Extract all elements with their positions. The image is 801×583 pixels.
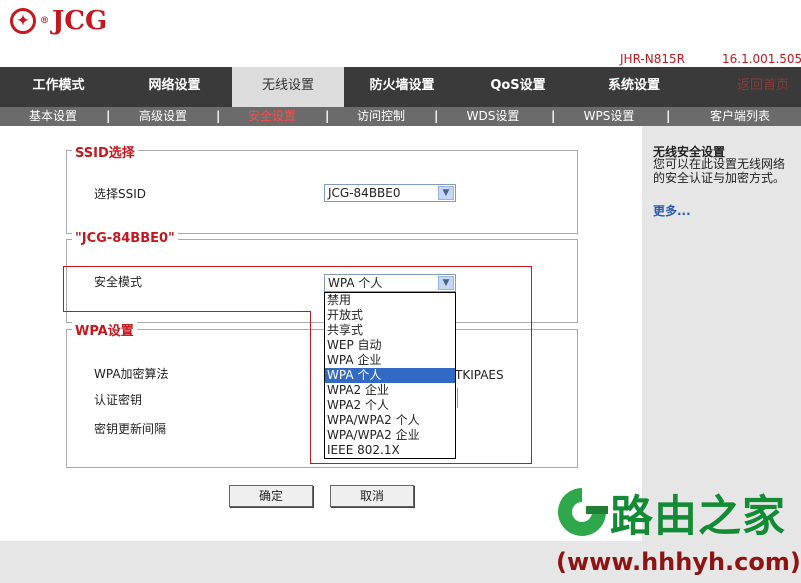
option-wpa2-enterprise[interactable]: WPA2 企业: [325, 383, 455, 398]
subnav-separator: |: [434, 109, 439, 123]
highlight-box-mode: [63, 266, 532, 312]
rekey-interval-label: 密钥更新间隔: [94, 422, 167, 436]
ssid-label: 选择SSID: [94, 187, 147, 201]
chevron-down-icon[interactable]: ▼: [438, 186, 454, 200]
subnav-security[interactable]: 安全设置: [229, 107, 315, 126]
nav-tab-qos[interactable]: QoS设置: [460, 67, 576, 107]
option-disabled[interactable]: 禁用: [325, 293, 455, 308]
jcg-logo-icon: ✦: [10, 8, 36, 34]
registered-mark: ®: [40, 16, 49, 26]
option-open[interactable]: 开放式: [325, 308, 455, 323]
nav-tab-network[interactable]: 网络设置: [117, 67, 232, 107]
help-text: 您可以在此设置无线网络的安全认证与加密方式。: [653, 157, 786, 185]
nav-tab-system[interactable]: 系统设置: [576, 67, 692, 107]
security-mode-dropdown: 禁用 开放式 共享式 WEP 自动 WPA 企业 WPA 个人 WPA2 企业 …: [324, 292, 456, 459]
ssid-legend: SSID选择: [72, 142, 138, 161]
option-ieee-8021x[interactable]: IEEE 802.1X: [325, 443, 455, 458]
subnav-client-list[interactable]: 客户端列表: [695, 107, 785, 126]
subnav-access-control[interactable]: 访问控制: [338, 107, 424, 126]
option-wpa2-personal[interactable]: WPA2 个人: [325, 398, 455, 413]
subnav-basic[interactable]: 基本设置: [10, 107, 96, 126]
wpa-cipher-label: WPA加密算法: [94, 367, 169, 381]
security-legend: "JCG-84BBE0": [72, 231, 178, 246]
nav-tab-firewall[interactable]: 防火墙设置: [344, 67, 460, 107]
option-wpa-personal[interactable]: WPA 个人: [325, 368, 455, 383]
auth-key-label: 认证密钥: [94, 393, 143, 407]
nav-tab-work-mode[interactable]: 工作模式: [0, 67, 117, 107]
more-link[interactable]: 更多...: [653, 202, 691, 219]
main-nav: 工作模式 网络设置 无线设置 防火墙设置 QoS设置 系统设置 返回首页: [0, 67, 801, 107]
subnav-separator: |: [216, 109, 221, 123]
subnav-advanced[interactable]: 高级设置: [120, 107, 206, 126]
watermark-text: 路由之家: [610, 492, 786, 542]
option-shared[interactable]: 共享式: [325, 323, 455, 338]
chevron-down-icon[interactable]: ▼: [438, 276, 454, 290]
ssid-select[interactable]: JCG-84BBE0 ▼: [324, 184, 456, 202]
highlight-box-divider: [63, 311, 310, 312]
option-wep-auto[interactable]: WEP 自动: [325, 338, 455, 353]
subnav-separator: |: [106, 109, 111, 123]
cancel-button[interactable]: 取消: [330, 485, 414, 507]
brand-name: JCG: [52, 6, 108, 36]
model-number: JHR-N815R: [620, 52, 685, 66]
subnav-separator: |: [325, 109, 330, 123]
ssid-select-value: JCG-84BBE0: [328, 186, 401, 200]
subnav-separator: |: [551, 109, 556, 123]
nav-tab-wireless[interactable]: 无线设置: [232, 67, 344, 107]
security-mode-value: WPA 个人: [328, 276, 383, 290]
nav-home-link[interactable]: 返回首页: [718, 67, 801, 107]
jcg-logo: ✦ ® JCG: [10, 6, 107, 36]
option-wpa-wpa2-enterprise[interactable]: WPA/WPA2 企业: [325, 428, 455, 443]
wpa-legend: WPA设置: [72, 320, 137, 339]
security-mode-select[interactable]: WPA 个人 ▼: [324, 274, 456, 292]
subnav-wps[interactable]: WPS设置: [566, 107, 652, 126]
watermark: 路由之家 (www.hhhyh.com): [548, 474, 801, 583]
sub-nav: 基本设置 | 高级设置 | 安全设置 | 访问控制 | WDS设置 | WPS设…: [0, 107, 801, 126]
ok-button[interactable]: 确定: [229, 485, 313, 507]
watermark-logo-icon: [558, 488, 608, 536]
option-wpa-wpa2-personal[interactable]: WPA/WPA2 个人: [325, 413, 455, 428]
subnav-separator: |: [666, 109, 671, 123]
subnav-wds[interactable]: WDS设置: [450, 107, 536, 126]
option-wpa-enterprise[interactable]: WPA 企业: [325, 353, 455, 368]
firmware-version: 16.1.001.505: [722, 52, 801, 66]
watermark-url: (www.hhhyh.com): [556, 548, 801, 576]
